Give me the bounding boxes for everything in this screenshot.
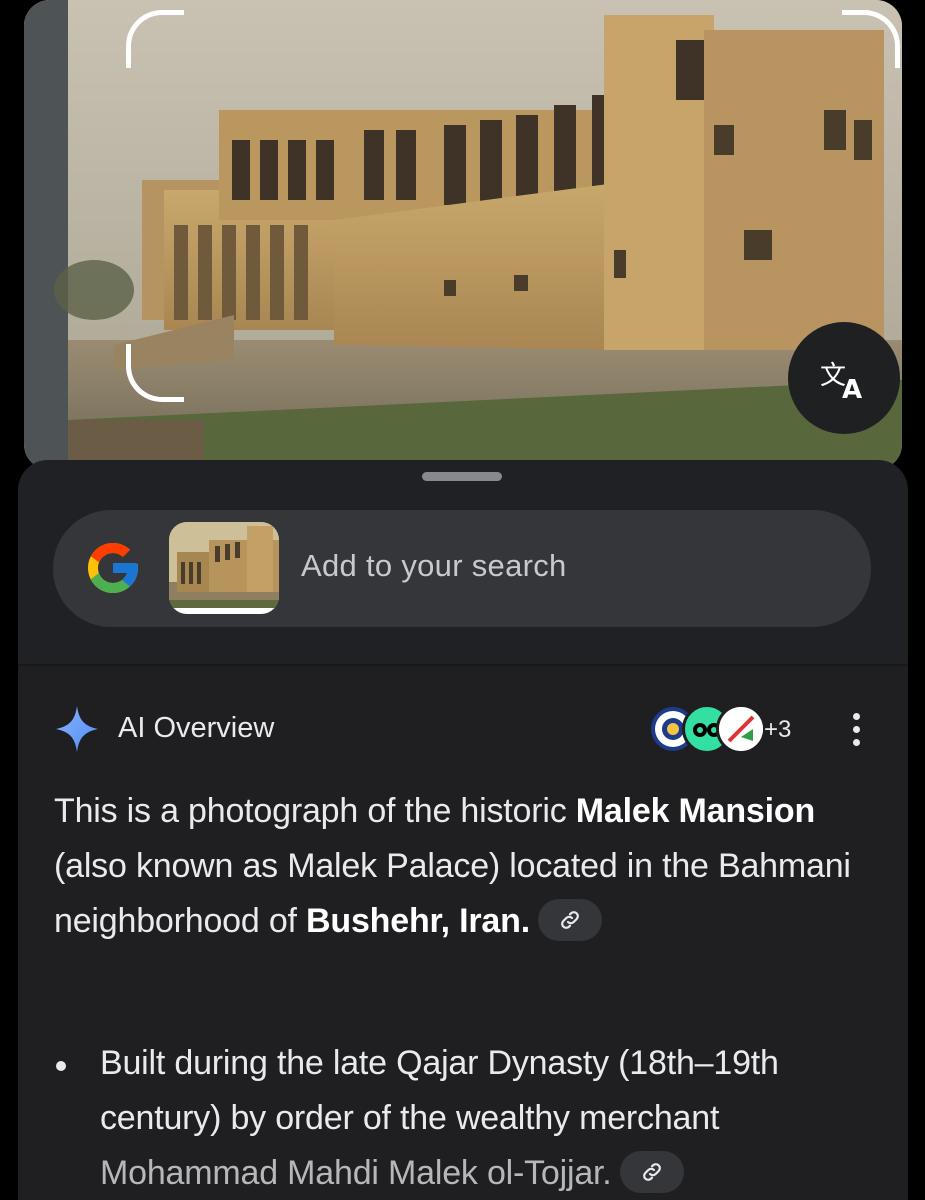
more-vert-icon <box>852 712 860 720</box>
summary-text: This is a photograph of the historic <box>54 792 576 830</box>
more-sources-count[interactable]: +3 <box>764 716 791 744</box>
sparkle-icon <box>56 706 98 752</box>
ai-overview-title: AI Overview <box>118 712 275 744</box>
ai-overview-summary: This is a photograph of the historic Mal… <box>54 784 884 949</box>
sheet-drag-handle[interactable] <box>422 472 502 481</box>
translate-button[interactable]: 文 A <box>788 322 900 434</box>
link-icon <box>561 911 579 929</box>
search-placeholder[interactable]: Add to your search <box>301 548 567 584</box>
bullet-text: Built during the late Qajar Dynasty (18t… <box>100 1044 779 1137</box>
link-icon <box>642 1163 661 1181</box>
image-preview[interactable] <box>24 0 902 470</box>
more-vert-icon-dot <box>852 738 860 746</box>
source-link-button[interactable] <box>537 899 602 942</box>
summary-bold-place: Malek Mansion <box>575 792 816 830</box>
translate-icon: 文 A <box>820 361 862 402</box>
search-image-thumbnail[interactable] <box>169 522 279 614</box>
ai-overview-panel: AI Overview +3 This is a photograph of t… <box>18 666 908 1200</box>
source-link-button[interactable] <box>619 1151 684 1194</box>
ai-overview-bullets: Built during the late Qajar Dynasty (18t… <box>54 1036 884 1200</box>
more-options-button[interactable] <box>838 706 874 752</box>
search-bar[interactable]: Add to your search <box>53 510 871 627</box>
svg-text:A: A <box>842 375 862 402</box>
source-favicons[interactable]: +3 <box>648 704 868 754</box>
ai-overview-header: AI Overview +3 <box>54 704 874 754</box>
bullet-person-name: Mohammad Mahdi Malek ol-Tojjar. <box>100 1154 612 1192</box>
google-logo-icon <box>88 543 138 593</box>
source-icon-3[interactable] <box>716 704 766 754</box>
summary-bold-location: Bushehr, Iran. <box>306 902 530 940</box>
thumbnail-image <box>169 522 279 614</box>
more-vert-icon-dot <box>852 725 860 733</box>
results-sheet: Add to your search AI Overview +3 This i… <box>18 460 908 1200</box>
list-item: Built during the late Qajar Dynasty (18t… <box>54 1036 884 1200</box>
